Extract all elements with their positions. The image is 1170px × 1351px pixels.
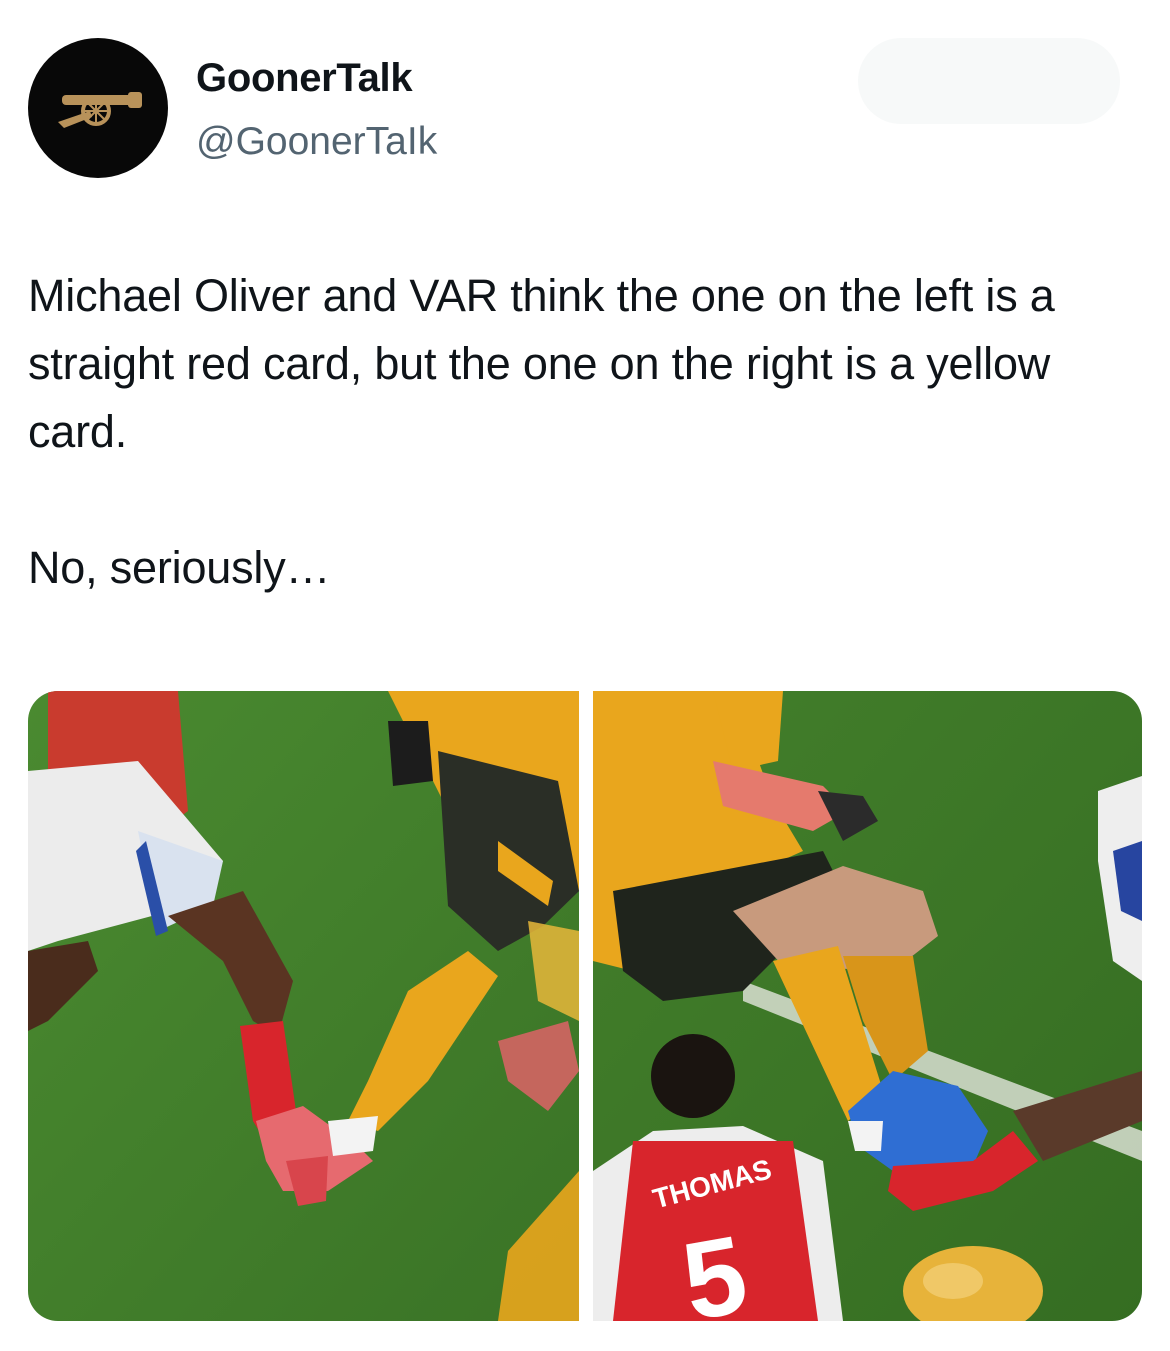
tweet-paragraph: Michael Oliver and VAR think the one on …: [28, 270, 1055, 457]
tackle-image-right[interactable]: THOMAS 5: [593, 691, 1142, 1321]
cannon-icon: [58, 92, 142, 128]
tweet-media[interactable]: THOMAS 5: [28, 691, 1142, 1321]
tweet-text: Michael Oliver and VAR think the one on …: [28, 262, 1138, 602]
tackle-image-left[interactable]: [28, 691, 579, 1321]
author-name[interactable]: GoonerTalk: [196, 56, 413, 101]
tweet-header: GoonerTalk @GoonerTaIk: [28, 38, 1142, 180]
author-handle[interactable]: @GoonerTaIk: [196, 120, 437, 164]
tweet-paragraph: No, seriously…: [28, 542, 331, 593]
avatar[interactable]: [28, 38, 168, 178]
follow-button[interactable]: [858, 38, 1120, 124]
